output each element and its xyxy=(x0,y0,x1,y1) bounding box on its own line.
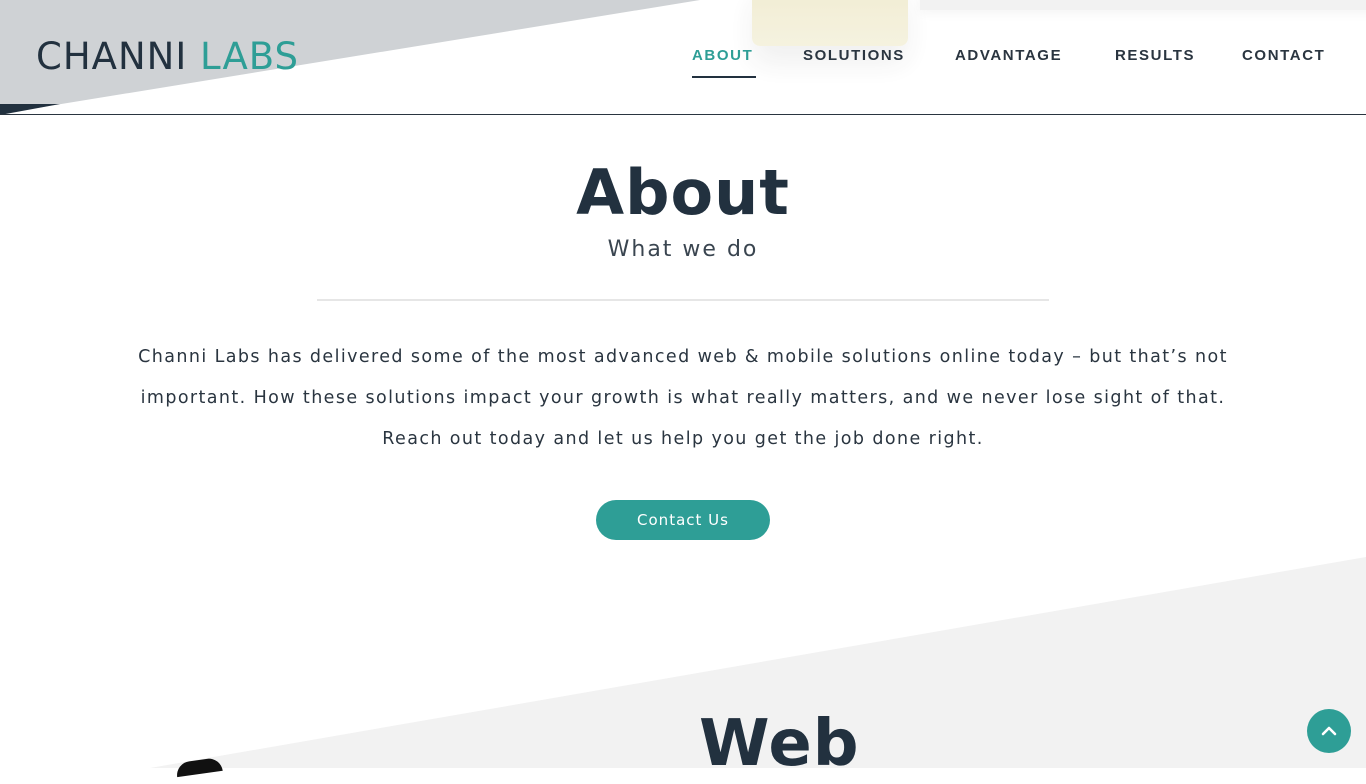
site-header: CHANNI LABS ABOUT SOLUTIONS ADVANTAGE RE… xyxy=(0,0,1366,115)
about-subtitle: What we do xyxy=(607,237,759,262)
contact-us-button[interactable]: Contact Us xyxy=(596,500,770,540)
chevron-up-icon xyxy=(1321,726,1337,736)
scroll-to-top-button[interactable] xyxy=(1307,709,1351,753)
nav-contact[interactable]: CONTACT xyxy=(1242,46,1325,66)
main-nav: ABOUT SOLUTIONS ADVANTAGE RESULTS CONTAC… xyxy=(0,46,1366,80)
about-description: Channi Labs has delivered some of the mo… xyxy=(138,347,1228,449)
section-background-slant xyxy=(150,557,1366,768)
nav-solutions[interactable]: SOLUTIONS xyxy=(803,46,905,66)
header-image-strip xyxy=(920,0,1366,10)
section-divider xyxy=(317,299,1049,301)
header-hero-image xyxy=(752,0,908,46)
nav-active-underline xyxy=(692,76,756,78)
nav-about[interactable]: ABOUT xyxy=(692,46,753,66)
about-title: About xyxy=(576,156,790,229)
nav-advantage[interactable]: ADVANTAGE xyxy=(955,46,1062,66)
device-image xyxy=(175,756,223,778)
nav-results[interactable]: RESULTS xyxy=(1115,46,1195,66)
web-section-title: Web xyxy=(699,707,860,781)
